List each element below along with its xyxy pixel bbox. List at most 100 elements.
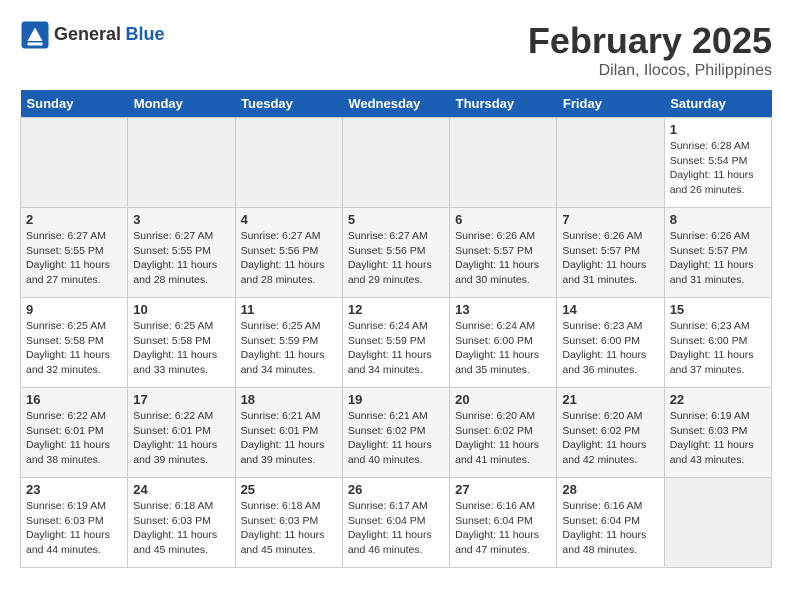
day-info: Sunrise: 6:27 AM — [241, 229, 337, 244]
day-info: Sunrise: 6:21 AM — [348, 409, 444, 424]
day-number: 12 — [348, 302, 444, 317]
day-info: Sunset: 5:57 PM — [455, 244, 551, 259]
day-info: Sunset: 5:54 PM — [670, 154, 766, 169]
calendar-cell — [21, 118, 128, 208]
day-info: Sunset: 5:56 PM — [241, 244, 337, 259]
day-number: 5 — [348, 212, 444, 227]
day-info: Daylight: 11 hours and 28 minutes. — [241, 258, 337, 287]
day-info: Daylight: 11 hours and 43 minutes. — [670, 438, 766, 467]
day-info: Sunrise: 6:27 AM — [133, 229, 229, 244]
day-number: 1 — [670, 122, 766, 137]
day-number: 24 — [133, 482, 229, 497]
day-number: 23 — [26, 482, 122, 497]
day-number: 6 — [455, 212, 551, 227]
calendar-cell: 10 Sunrise: 6:25 AMSunset: 5:58 PMDayligh… — [128, 298, 235, 388]
day-info: Daylight: 11 hours and 35 minutes. — [455, 348, 551, 377]
day-info: Sunrise: 6:18 AM — [241, 499, 337, 514]
day-number: 28 — [562, 482, 658, 497]
day-info: Sunset: 6:03 PM — [670, 424, 766, 439]
day-number: 15 — [670, 302, 766, 317]
day-info: Sunrise: 6:16 AM — [562, 499, 658, 514]
day-info: Sunset: 6:02 PM — [348, 424, 444, 439]
day-number: 25 — [241, 482, 337, 497]
calendar-cell — [557, 118, 664, 208]
header: General Blue February 2025 Dilan, Ilocos… — [20, 20, 772, 80]
day-info: Daylight: 11 hours and 30 minutes. — [455, 258, 551, 287]
calendar-cell: 4 Sunrise: 6:27 AMSunset: 5:56 PMDaylight… — [235, 208, 342, 298]
calendar-cell: 6 Sunrise: 6:26 AMSunset: 5:57 PMDaylight… — [450, 208, 557, 298]
calendar-cell: 18Sunrise: 6:21 AMSunset: 6:01 PMDayligh… — [235, 388, 342, 478]
day-info: Daylight: 11 hours and 28 minutes. — [133, 258, 229, 287]
day-info: Sunset: 5:55 PM — [26, 244, 122, 259]
day-info: Sunset: 5:58 PM — [133, 334, 229, 349]
day-info: Daylight: 11 hours and 37 minutes. — [670, 348, 766, 377]
calendar-cell: 19Sunrise: 6:21 AMSunset: 6:02 PMDayligh… — [342, 388, 449, 478]
calendar-cell: 13Sunrise: 6:24 AMSunset: 6:00 PMDayligh… — [450, 298, 557, 388]
calendar-cell: 28Sunrise: 6:16 AMSunset: 6:04 PMDayligh… — [557, 478, 664, 568]
day-info: Sunset: 6:00 PM — [562, 334, 658, 349]
day-info: Sunrise: 6:26 AM — [562, 229, 658, 244]
day-number: 2 — [26, 212, 122, 227]
day-info: Daylight: 11 hours and 31 minutes. — [562, 258, 658, 287]
calendar-cell: 20Sunrise: 6:20 AMSunset: 6:02 PMDayligh… — [450, 388, 557, 478]
calendar-cell: 23Sunrise: 6:19 AMSunset: 6:03 PMDayligh… — [21, 478, 128, 568]
day-info: Sunrise: 6:22 AM — [133, 409, 229, 424]
day-number: 4 — [241, 212, 337, 227]
day-number: 11 — [241, 302, 337, 317]
weekday-header-wednesday: Wednesday — [342, 90, 449, 118]
day-number: 13 — [455, 302, 551, 317]
day-info: Sunrise: 6:19 AM — [670, 409, 766, 424]
day-info: Daylight: 11 hours and 39 minutes. — [133, 438, 229, 467]
day-info: Daylight: 11 hours and 41 minutes. — [455, 438, 551, 467]
day-info: Daylight: 11 hours and 36 minutes. — [562, 348, 658, 377]
day-number: 10 — [133, 302, 229, 317]
day-info: Sunrise: 6:24 AM — [348, 319, 444, 334]
day-number: 16 — [26, 392, 122, 407]
logo: General Blue — [20, 20, 165, 50]
day-number: 26 — [348, 482, 444, 497]
day-number: 14 — [562, 302, 658, 317]
calendar-cell: 9Sunrise: 6:25 AMSunset: 5:58 PMDaylight… — [21, 298, 128, 388]
day-info: Sunrise: 6:17 AM — [348, 499, 444, 514]
day-info: Daylight: 11 hours and 47 minutes. — [455, 528, 551, 557]
day-info: Sunset: 6:03 PM — [133, 514, 229, 529]
calendar-cell: 25Sunrise: 6:18 AMSunset: 6:03 PMDayligh… — [235, 478, 342, 568]
day-info: Sunrise: 6:27 AM — [26, 229, 122, 244]
calendar-cell: 7Sunrise: 6:26 AMSunset: 5:57 PMDaylight… — [557, 208, 664, 298]
calendar-cell: 14Sunrise: 6:23 AMSunset: 6:00 PMDayligh… — [557, 298, 664, 388]
calendar-cell: 12 Sunrise: 6:24 AMSunset: 5:59 PMDayligh… — [342, 298, 449, 388]
day-info: Daylight: 11 hours and 32 minutes. — [26, 348, 122, 377]
day-number: 17 — [133, 392, 229, 407]
day-number: 3 — [133, 212, 229, 227]
day-info: Sunset: 6:04 PM — [455, 514, 551, 529]
day-info: Sunset: 5:59 PM — [348, 334, 444, 349]
day-number: 19 — [348, 392, 444, 407]
day-number: 27 — [455, 482, 551, 497]
calendar-cell: 15Sunrise: 6:23 AMSunset: 6:00 PMDayligh… — [664, 298, 771, 388]
day-info: Sunrise: 6:23 AM — [670, 319, 766, 334]
day-info: Sunrise: 6:25 AM — [133, 319, 229, 334]
day-info: Sunrise: 6:28 AM — [670, 139, 766, 154]
day-info: Daylight: 11 hours and 33 minutes. — [133, 348, 229, 377]
day-number: 22 — [670, 392, 766, 407]
day-info: Sunrise: 6:25 AM — [26, 319, 122, 334]
day-info: Sunset: 6:02 PM — [455, 424, 551, 439]
day-info: Sunrise: 6:27 AM — [348, 229, 444, 244]
day-info: Daylight: 11 hours and 26 minutes. — [670, 168, 766, 197]
day-info: Daylight: 11 hours and 42 minutes. — [562, 438, 658, 467]
page-subtitle: Dilan, Ilocos, Philippines — [528, 62, 772, 80]
calendar-cell: 1 Sunrise: 6:28 AMSunset: 5:54 PMDaylight… — [664, 118, 771, 208]
day-info: Daylight: 11 hours and 34 minutes. — [348, 348, 444, 377]
calendar-cell: 3Sunrise: 6:27 AMSunset: 5:55 PMDaylight… — [128, 208, 235, 298]
day-info: Sunset: 6:02 PM — [562, 424, 658, 439]
day-info: Sunset: 6:04 PM — [562, 514, 658, 529]
logo-icon — [20, 20, 50, 50]
day-info: Sunset: 5:57 PM — [670, 244, 766, 259]
calendar-cell — [128, 118, 235, 208]
day-info: Sunset: 6:00 PM — [455, 334, 551, 349]
day-info: Sunrise: 6:26 AM — [455, 229, 551, 244]
day-info: Daylight: 11 hours and 31 minutes. — [670, 258, 766, 287]
day-number: 18 — [241, 392, 337, 407]
day-info: Sunset: 5:57 PM — [562, 244, 658, 259]
day-info: Sunset: 6:01 PM — [26, 424, 122, 439]
